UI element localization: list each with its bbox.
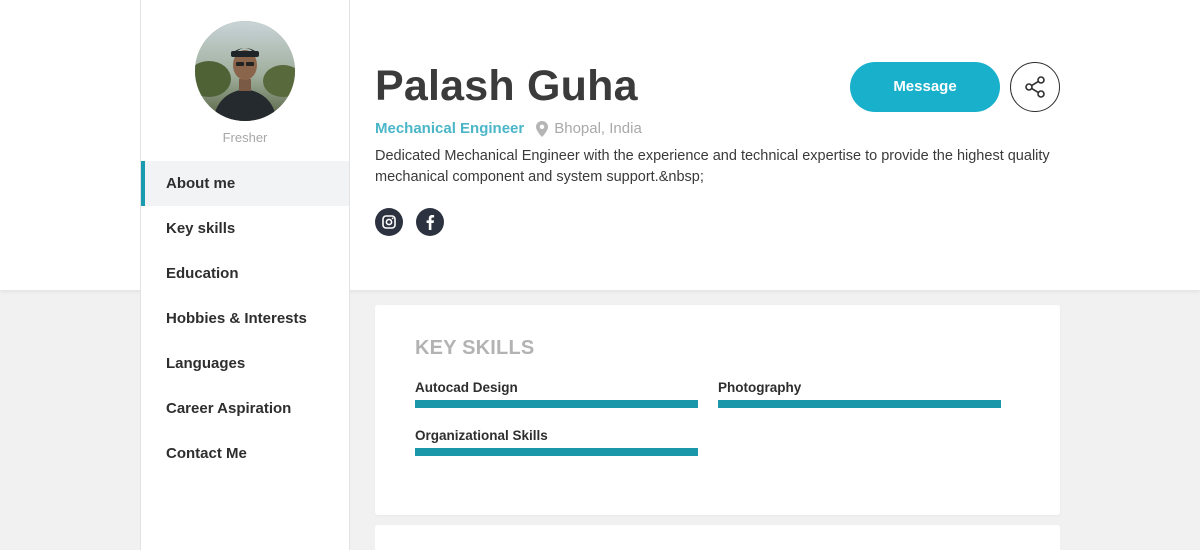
share-button[interactable]: [1010, 62, 1060, 112]
sidebar-nav: About me Key skills Education Hobbies & Int…: [141, 161, 349, 476]
skill-level-bar: [718, 400, 1001, 408]
next-section-card: [375, 525, 1060, 550]
skill-name: Photography: [718, 380, 802, 395]
sidebar-item-about-me[interactable]: About me: [141, 161, 349, 206]
sidebar-item-career-aspiration[interactable]: Career Aspiration: [141, 386, 349, 431]
job-location-row: Mechanical Engineer Bhopal, India: [375, 120, 642, 137]
location-pin-icon: [536, 120, 549, 137]
sidebar-item-hobbies-interests[interactable]: Hobbies & Interests: [141, 296, 349, 341]
profile-name: Palash Guha: [375, 62, 638, 110]
avatar: [195, 21, 295, 121]
profile-bio: Dedicated Mechanical Engineer with the e…: [375, 148, 1050, 185]
skill-name: Autocad Design: [415, 380, 518, 395]
skill-level-fill: [718, 400, 1001, 408]
status-label: Fresher: [222, 130, 268, 145]
location-text: Bhopal, India: [554, 120, 642, 137]
sidebar-item-languages[interactable]: Languages: [141, 341, 349, 386]
skill-item: Photography: [718, 380, 1001, 408]
skill-item: Autocad Design: [415, 380, 698, 408]
profile-header: Palash Guha Mechanical Engineer Bhopal, …: [375, 0, 1075, 290]
skill-level-fill: [415, 400, 698, 408]
sidebar-item-education[interactable]: Education: [141, 251, 349, 296]
key-skills-heading: KEY SKILLS: [415, 337, 535, 359]
share-icon: [1023, 75, 1047, 99]
message-button[interactable]: Message: [850, 62, 1000, 112]
job-title: Mechanical Engineer: [375, 120, 525, 137]
skill-level-bar: [415, 448, 698, 456]
skill-level-bar: [415, 400, 698, 408]
skill-level-fill: [415, 448, 698, 456]
instagram-icon[interactable]: [375, 208, 403, 236]
sidebar-item-key-skills[interactable]: Key skills: [141, 206, 349, 251]
social-links: [375, 208, 444, 236]
key-skills-card: KEY SKILLS Autocad Design Photography Orga…: [375, 305, 1060, 515]
skill-item: Organizational Skills: [415, 428, 698, 456]
sidebar: Fresher About me Key skills Education Hobbi…: [140, 0, 350, 550]
skill-name: Organizational Skills: [415, 428, 548, 443]
sidebar-item-contact-me[interactable]: Contact Me: [141, 431, 349, 476]
facebook-icon[interactable]: [416, 208, 444, 236]
